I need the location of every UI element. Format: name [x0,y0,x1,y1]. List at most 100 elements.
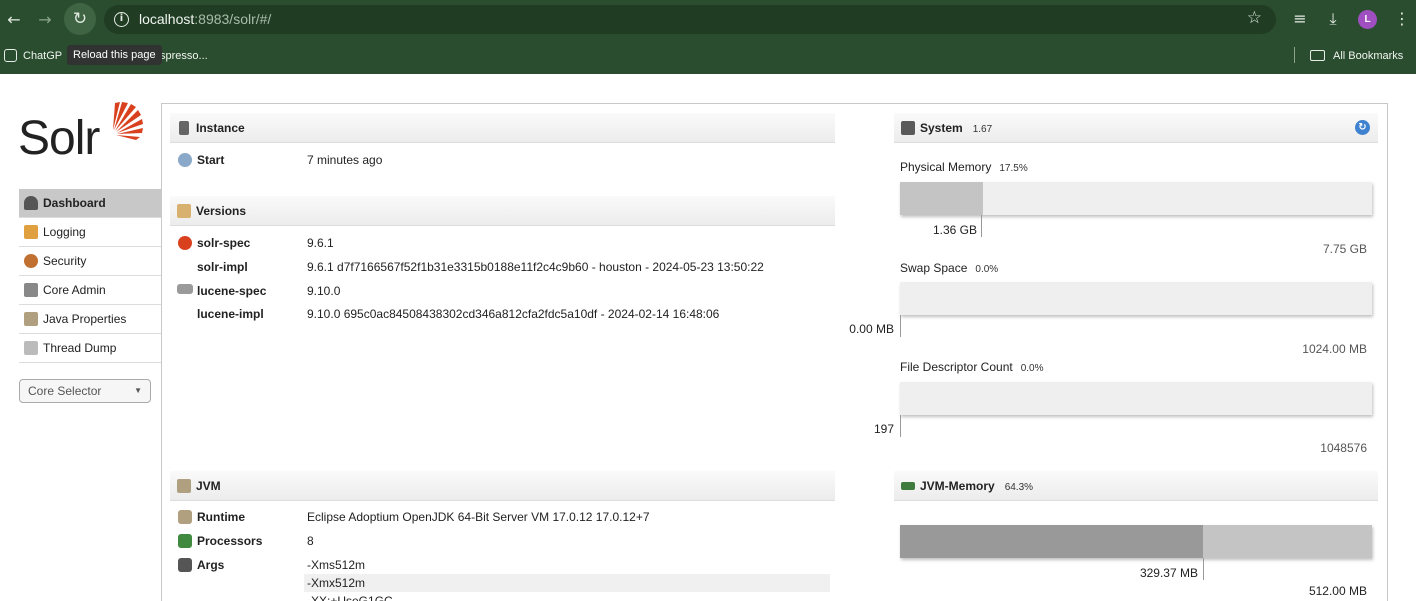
bookmark-star-icon[interactable]: ☆ [1247,8,1262,28]
download-icon[interactable]: ⤓ [1322,9,1344,29]
jvm-memory-title: JVM-Memory [920,479,995,493]
jvm-icon [177,479,191,493]
file-descriptor-used: 197 [873,422,894,436]
instance-header: Instance [170,113,835,143]
physical-memory-label: Physical Memory 17.5% [900,160,1028,174]
swap-space-tick [900,315,901,337]
lucene-spec-icon [177,284,193,294]
sidebar-item-logging[interactable]: Logging [19,218,161,247]
media-control-icon[interactable]: ≡ [1289,9,1311,29]
java-properties-icon [24,312,38,326]
jvm-title: JVM [196,479,221,493]
all-bookmarks-button[interactable]: All Bookmarks [1333,49,1403,63]
physical-memory-bar [900,182,1372,215]
site-info-icon[interactable]: i [114,12,129,27]
swap-space-bar [900,282,1372,315]
start-value: 7 minutes ago [307,153,383,167]
sidebar-item-label: Thread Dump [43,341,117,355]
sidebar-item-thread-dump[interactable]: Thread Dump [19,334,161,363]
profile-avatar[interactable]: L [1358,10,1377,29]
jvm-arg: -Xms512m [307,558,366,572]
sidebar-item-core-admin[interactable]: Core Admin [19,276,161,305]
swap-space-used: 0.00 MB [849,322,894,336]
instance-icon [179,121,189,135]
sidebar-item-label: Java Properties [43,312,127,326]
version-value: 9.10.0 695c0ac84508438302cd346a812cfa2fd… [307,307,720,321]
runtime-value: Eclipse Adoptium OpenJDK 64-Bit Server V… [307,510,650,524]
jvm-memory-tick [1203,558,1204,580]
back-icon[interactable]: ← [3,9,25,31]
args-label: Args [197,558,225,572]
jvm-memory-icon [901,482,915,490]
address-bar[interactable]: i localhost:8983/solr/#/ ☆ [104,5,1276,34]
jvm-memory-fill [900,525,1204,558]
jvm-memory-total: 512.00 MB [1308,584,1367,598]
reload-tooltip: Reload this page [67,45,162,65]
folder-icon[interactable] [1310,50,1325,61]
runtime-label: Runtime [197,510,245,524]
sidebar-item-label: Dashboard [43,196,106,210]
sidebar-item-security[interactable]: Security [19,247,161,276]
version-label: lucene-impl [197,307,264,321]
physical-memory-pct: 17.5% [999,163,1028,174]
chatgpt-bookmark-icon[interactable] [4,49,17,62]
jvm-memory-bar [900,525,1372,558]
processors-value: 8 [307,534,314,548]
clock-icon [178,153,192,167]
core-selector-dropdown[interactable]: Core Selector ▼ [19,379,151,403]
sidebar-item-java-properties[interactable]: Java Properties [19,305,161,334]
logging-icon [24,225,38,239]
version-label: solr-impl [197,260,248,274]
file-descriptor-pct: 0.0% [1020,363,1044,374]
versions-header: Versions [170,196,835,226]
solr-logo-text: Solr [18,112,100,165]
core-selector-label: Core Selector [28,384,102,398]
system-load: 1.67 [972,124,993,135]
reload-icon[interactable]: ↻ [64,3,96,35]
system-icon [901,121,915,135]
versions-title: Versions [196,204,247,218]
jvm-arg: -XX:+UseG1GC [307,594,393,601]
system-header: System 1.67 [894,113,1378,143]
version-label: lucene-spec [197,284,267,298]
sidebar-nav: Dashboard Logging Security Core Admin Ja… [19,189,161,363]
version-value: 9.6.1 d7f7166567f52f1b31e3315b0188e11f2c… [307,260,764,274]
physical-memory-tick [981,215,982,237]
jvm-memory-pct: 64.3% [1004,482,1034,493]
swap-space-pct: 0.0% [975,264,999,275]
physical-memory-used: 1.36 GB [932,223,977,237]
file-descriptor-total: 1048576 [1320,441,1367,455]
versions-icon [177,204,191,218]
start-label: Start [197,153,225,167]
system-title: System [920,121,963,135]
solr-spec-icon [178,236,192,250]
security-icon [24,254,38,268]
instance-title: Instance [196,121,245,135]
url-text[interactable]: localhost:8983/solr/#/ [139,11,271,28]
jvm-header: JVM [170,471,835,501]
file-descriptor-bar [900,382,1372,415]
forward-icon[interactable]: → [34,9,56,31]
version-value: 9.10.0 [307,284,341,298]
swap-space-total: 1024.00 MB [1302,342,1367,356]
core-admin-icon [24,283,38,297]
bookmarks-bar: ChatGP spresso... Reload this page All B… [0,38,1416,74]
jvm-arg: -Xmx512m [304,574,830,592]
dashboard-icon [24,196,38,210]
menu-kebab-icon[interactable]: ⋮ [1391,9,1413,29]
bookmark-other[interactable]: spresso... [160,49,208,63]
sidebar-item-label: Security [43,254,87,268]
sidebar-item-label: Core Admin [43,283,106,297]
version-label: solr-spec [197,236,251,250]
solr-logo[interactable]: Solr [16,100,146,170]
physical-memory-fill [900,182,983,215]
sidebar-item-dashboard[interactable]: Dashboard [19,189,161,218]
bookmarks-divider [1294,47,1295,63]
bookmark-chatgpt[interactable]: ChatGP [23,49,62,63]
refresh-icon[interactable]: ↻ [1355,120,1370,135]
file-descriptor-tick [900,415,901,437]
runtime-icon [178,510,192,524]
processors-label: Processors [197,534,263,548]
sidebar-item-label: Logging [43,225,86,239]
version-value: 9.6.1 [307,236,334,250]
